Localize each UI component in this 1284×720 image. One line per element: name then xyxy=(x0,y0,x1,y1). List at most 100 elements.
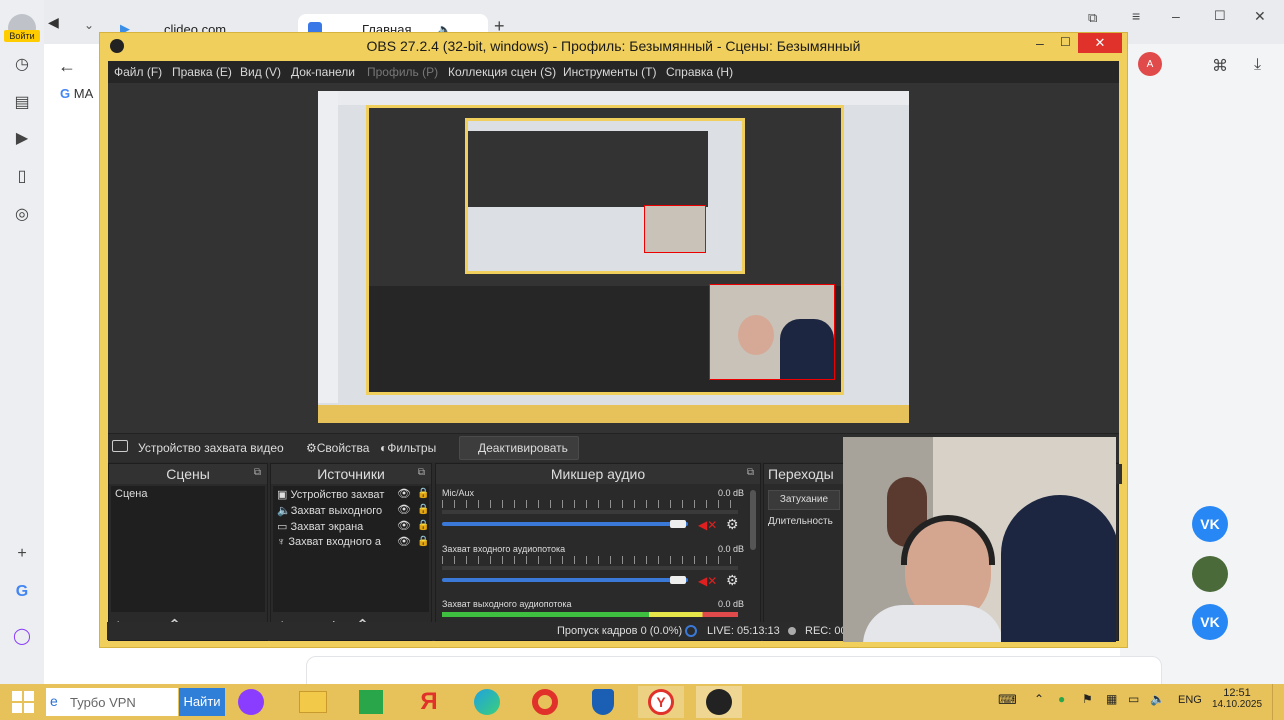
dock-float-icon[interactable]: ⧉ xyxy=(418,467,425,478)
audio-icon[interactable]: ◀ xyxy=(48,14,70,40)
extensions-icon[interactable]: ⌘ xyxy=(1212,56,1228,76)
lock-icon[interactable]: 🔒 xyxy=(417,504,429,515)
network-icon[interactable]: ▦ xyxy=(1106,692,1117,706)
menu-tools[interactable]: Инструменты (T) xyxy=(563,65,656,79)
download-icon[interactable]: ⤓ xyxy=(1254,56,1261,74)
flag-icon[interactable]: ⚑ xyxy=(1082,692,1093,706)
obs-close-button[interactable]: ✕ xyxy=(1078,33,1122,53)
explorer-app[interactable] xyxy=(290,686,336,718)
source-item[interactable]: ♆ Захват входного а xyxy=(277,536,381,548)
store-app[interactable] xyxy=(348,686,394,718)
alice-icon[interactable]: ◯ xyxy=(10,624,34,648)
chevron-down-icon[interactable]: ⌄ xyxy=(84,18,94,32)
dock-float-icon[interactable]: ⧉ xyxy=(254,467,261,478)
obs-titlebar[interactable]: OBS 27.2.4 (32-bit, windows) - Профиль: … xyxy=(100,33,1127,61)
transition-select[interactable]: Затухание xyxy=(768,490,840,510)
alice-app[interactable] xyxy=(228,686,274,718)
close-icon[interactable]: ✕ xyxy=(1254,8,1266,25)
channel-gear-icon[interactable]: ⚙ xyxy=(726,572,739,589)
keyboard-icon[interactable]: ⌨ xyxy=(998,692,1017,708)
visibility-eye-icon[interactable]: 👁 xyxy=(397,487,411,500)
preview-rail xyxy=(318,91,338,403)
tabs-count-icon[interactable]: ▯ xyxy=(10,164,34,188)
show-desktop-button[interactable] xyxy=(1272,684,1284,720)
deactivate-button[interactable]: Деактивировать xyxy=(459,436,579,460)
add-icon[interactable]: + xyxy=(10,542,34,566)
vk-icon[interactable]: VK xyxy=(1192,506,1228,542)
menu-docks[interactable]: Док-панели xyxy=(291,65,355,79)
search-find-button[interactable]: Найти xyxy=(179,688,225,716)
battery-icon[interactable]: ▭ xyxy=(1128,692,1139,706)
volume-icon[interactable]: 🔈 xyxy=(1150,692,1165,706)
lock-icon[interactable]: 🔒 xyxy=(417,520,429,531)
menu-view[interactable]: Вид (V) xyxy=(240,65,281,79)
taskbar-search[interactable]: e Турбо VPN xyxy=(46,688,178,716)
obs-maximize-icon[interactable]: ☐ xyxy=(1060,35,1071,49)
dock-float-icon[interactable]: ⧉ xyxy=(747,467,754,478)
start-button[interactable] xyxy=(0,686,46,718)
scene-item[interactable]: Сцена xyxy=(115,488,147,500)
visibility-eye-icon[interactable]: 👁 xyxy=(397,519,411,532)
filters-button[interactable]: ◐Фильтры xyxy=(380,441,436,455)
volume-slider[interactable] xyxy=(442,522,688,526)
duration-label: Длительность xyxy=(768,516,833,527)
google-icon[interactable]: G xyxy=(10,580,34,604)
menu-profile[interactable]: Профиль (P) xyxy=(367,65,438,79)
collections-icon[interactable]: ▤ xyxy=(10,90,34,114)
back-icon[interactable]: ← xyxy=(58,56,76,77)
menu-icon[interactable]: ≡ xyxy=(1132,8,1140,24)
menu-file[interactable]: Файл (F) xyxy=(114,65,162,79)
mixer-channels: Mic/Aux 0.0 dB ◀✕ ⚙ Захват входного ауди… xyxy=(436,486,752,640)
menu-help[interactable]: Справка (H) xyxy=(666,65,733,79)
channel-gear-icon[interactable]: ⚙ xyxy=(726,516,739,533)
channel-name: Захват входного аудиопотока xyxy=(442,544,566,554)
webcam-feed xyxy=(843,437,1116,642)
yandex-app[interactable]: Я xyxy=(406,686,452,718)
folder-icon xyxy=(299,691,327,713)
clock[interactable]: 12:51 14.10.2025 xyxy=(1212,687,1262,710)
tray-app-icon[interactable]: ● xyxy=(1058,692,1065,706)
login-badge[interactable]: Войти xyxy=(4,30,40,42)
properties-button[interactable]: ⚙Свойства xyxy=(306,441,369,455)
mixer-scrollbar[interactable] xyxy=(750,490,756,550)
vpn-app[interactable] xyxy=(580,686,626,718)
source-item[interactable]: ▣ Устройство захват xyxy=(277,488,384,501)
bookmarks-icon[interactable]: ⧉ xyxy=(1088,10,1097,26)
dropped-frames: Пропуск кадров 0 (0.0%) xyxy=(557,625,683,637)
store-icon xyxy=(359,690,383,714)
source-item[interactable]: ▭ Захват экрана xyxy=(277,520,363,533)
live-time: LIVE: 05:13:13 xyxy=(707,625,780,637)
tray-overflow-icon[interactable]: ⌃ xyxy=(1034,692,1044,706)
maximize-icon[interactable]: ☐ xyxy=(1214,8,1226,24)
obs-app[interactable] xyxy=(696,686,742,718)
menu-scene-collection[interactable]: Коллекция сцен (S) xyxy=(448,65,556,79)
source-item[interactable]: 🔈Захват выходного xyxy=(277,504,382,517)
mute-icon[interactable]: ◀✕ xyxy=(698,518,717,532)
volume-knob[interactable] xyxy=(670,520,686,528)
minimize-icon[interactable]: – xyxy=(1172,8,1180,24)
mute-icon[interactable]: ◀✕ xyxy=(698,574,717,588)
menu-edit[interactable]: Правка (E) xyxy=(172,65,232,79)
clock-date: 14.10.2025 xyxy=(1212,699,1263,710)
contact-avatar[interactable] xyxy=(1192,556,1228,592)
bookmark-ma[interactable]: G MA xyxy=(60,86,93,101)
obs-icon xyxy=(706,689,732,715)
video-icon[interactable]: ▶ xyxy=(10,126,34,150)
obs-minimize-icon[interactable]: – xyxy=(1036,35,1044,51)
profile-avatar[interactable]: A xyxy=(1138,52,1162,76)
history-icon[interactable]: ◷ xyxy=(10,52,34,76)
lock-icon[interactable]: 🔒 xyxy=(417,536,429,547)
volume-knob[interactable] xyxy=(670,576,686,584)
vk-icon-2[interactable]: VK xyxy=(1192,604,1228,640)
edge-app[interactable] xyxy=(464,686,510,718)
language-indicator[interactable]: ENG xyxy=(1178,694,1202,706)
screenshot-icon[interactable]: ◎ xyxy=(10,202,34,226)
volume-slider[interactable] xyxy=(442,578,688,582)
opera-app[interactable] xyxy=(522,686,568,718)
yandex-browser-app[interactable]: Y xyxy=(638,686,684,718)
visibility-eye-icon[interactable]: 👁 xyxy=(397,503,411,516)
preview-taskbar xyxy=(318,405,909,423)
obs-preview[interactable] xyxy=(108,83,1119,433)
lock-icon[interactable]: 🔒 xyxy=(417,488,429,499)
visibility-eye-icon[interactable]: 👁 xyxy=(397,535,411,548)
